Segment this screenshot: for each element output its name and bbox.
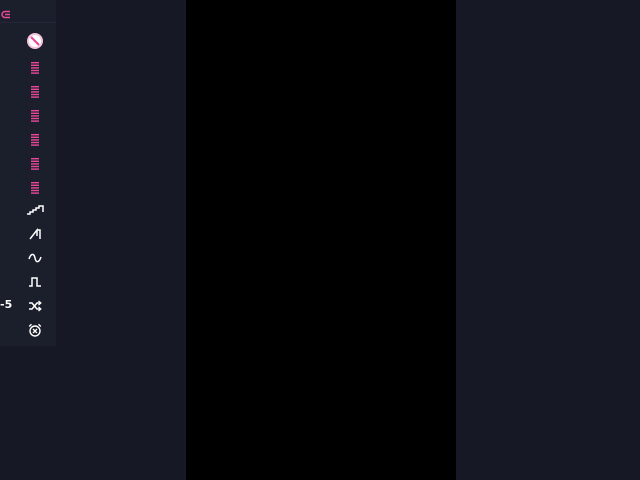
offset-value-label: -5 bbox=[0, 298, 13, 311]
list-icon bbox=[31, 110, 39, 122]
list-icon bbox=[31, 182, 39, 194]
list-button-3[interactable] bbox=[24, 105, 46, 127]
shuffle-button[interactable] bbox=[24, 295, 46, 317]
sine-wave-icon bbox=[28, 253, 42, 263]
tool-sidebar: -5 bbox=[0, 0, 56, 346]
list-button-5[interactable] bbox=[24, 153, 46, 175]
list-icon bbox=[31, 62, 39, 74]
stair-step-wave-icon bbox=[26, 204, 44, 216]
preview-canvas[interactable] bbox=[186, 0, 456, 480]
list-button-4[interactable] bbox=[24, 129, 46, 151]
sawtooth-wave-icon bbox=[28, 227, 42, 241]
list-button-1[interactable] bbox=[24, 57, 46, 79]
alarm-off-button[interactable] bbox=[24, 319, 46, 341]
list-icon bbox=[31, 86, 39, 98]
list-button-6[interactable] bbox=[24, 177, 46, 199]
list-button-2[interactable] bbox=[24, 81, 46, 103]
link-icon[interactable] bbox=[1, 5, 12, 19]
square-wave-icon bbox=[28, 276, 42, 288]
sine-wave-button[interactable] bbox=[24, 247, 46, 269]
shuffle-icon bbox=[28, 300, 42, 312]
list-icon bbox=[31, 134, 39, 146]
stair-step-wave-button[interactable] bbox=[24, 199, 46, 221]
sidebar-header bbox=[0, 0, 56, 23]
sawtooth-wave-button[interactable] bbox=[24, 223, 46, 245]
square-wave-button[interactable] bbox=[24, 271, 46, 293]
clear-button[interactable] bbox=[24, 30, 46, 52]
list-icon bbox=[31, 158, 39, 170]
app-window: -5 bbox=[0, 0, 640, 480]
prohibited-icon bbox=[27, 33, 43, 49]
alarm-off-icon bbox=[28, 323, 42, 337]
